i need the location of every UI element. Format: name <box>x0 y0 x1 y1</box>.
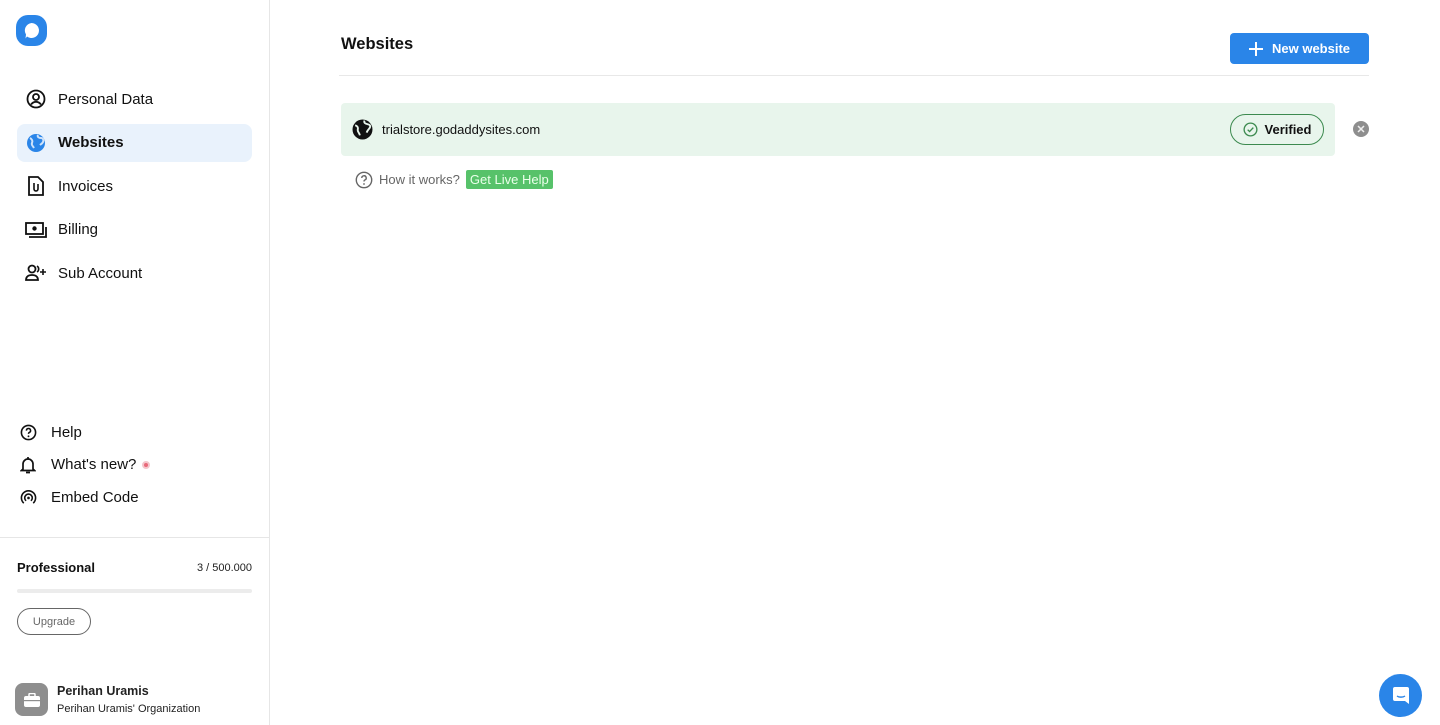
help-icon <box>19 423 37 441</box>
embed-code-label: Embed Code <box>51 488 139 506</box>
chat-icon <box>1392 686 1409 704</box>
invoice-icon <box>25 175 47 197</box>
sidebar-item-help[interactable]: Help <box>19 420 150 444</box>
plan-name: Professional <box>17 560 96 575</box>
sidebar-item-label: Billing <box>58 221 99 238</box>
add-user-icon <box>25 262 47 284</box>
plan-panel: Professional 3 / 500.000 Upgrade <box>17 560 252 635</box>
website-url[interactable]: trialstore.godaddysites.com <box>382 122 540 137</box>
check-circle-icon <box>1242 122 1258 137</box>
plus-icon <box>1248 41 1263 56</box>
close-icon <box>1357 125 1365 133</box>
get-live-help-button[interactable]: Get Live Help <box>465 170 553 189</box>
main-nav: Personal Data Websites Invoices Billing <box>17 80 252 298</box>
bell-icon <box>19 456 37 474</box>
sidebar-item-label: Sub Account <box>58 264 143 282</box>
sidebar-item-billing[interactable]: Billing <box>17 211 252 249</box>
sidebar-item-label: Websites <box>58 134 124 151</box>
how-it-works: How it works? Get Live Help <box>355 170 553 189</box>
secondary-nav: Help What's new? Embed Code <box>19 420 151 518</box>
help-label: Help <box>51 423 82 441</box>
user-name: Perihan Uramis <box>57 684 149 698</box>
page-title: Websites <box>341 35 414 53</box>
sidebar-item-personal-data[interactable]: Personal Data <box>17 80 252 118</box>
notification-badge <box>142 460 151 469</box>
billing-icon <box>25 219 47 241</box>
sidebar-divider <box>0 537 270 538</box>
sidebar-item-invoices[interactable]: Invoices <box>17 167 252 205</box>
upgrade-button[interactable]: Upgrade <box>17 608 91 635</box>
user-circle-icon <box>25 88 47 110</box>
sidebar-item-websites[interactable]: Websites <box>17 123 252 162</box>
header-divider <box>339 75 1369 76</box>
main-content: Websites New website trialstore.godaddys… <box>270 0 1440 725</box>
status-label: Verified <box>1264 122 1312 137</box>
sidebar: Personal Data Websites Invoices Billing <box>0 0 270 725</box>
user-organization: Perihan Uramis' Organization <box>57 703 201 715</box>
new-website-label: New website <box>1271 41 1351 56</box>
chat-widget-button[interactable] <box>1379 674 1422 717</box>
sidebar-item-embed-code[interactable]: Embed Code <box>19 485 150 509</box>
avatar <box>15 683 48 716</box>
usage-progress-bar <box>17 589 252 593</box>
plan-usage: 3 / 500.000 <box>196 561 252 574</box>
user-profile[interactable]: Perihan Uramis Perihan Uramis' Organizat… <box>15 683 200 716</box>
briefcase-icon <box>23 692 40 707</box>
how-it-works-link[interactable]: How it works? <box>379 172 460 187</box>
globe-icon <box>352 119 373 140</box>
new-website-button[interactable]: New website <box>1230 33 1369 64</box>
sidebar-item-whats-new[interactable]: What's new? <box>19 453 151 477</box>
remove-website-button[interactable] <box>1353 121 1369 137</box>
whats-new-label: What's new? <box>51 456 137 473</box>
sidebar-item-label: Personal Data <box>58 90 154 108</box>
embed-icon <box>19 488 37 506</box>
sidebar-item-label: Invoices <box>58 177 114 195</box>
app-logo-icon[interactable] <box>16 15 47 46</box>
help-icon <box>355 171 373 188</box>
verified-status-badge: Verified <box>1230 114 1324 145</box>
sidebar-item-sub-account[interactable]: Sub Account <box>17 254 252 292</box>
globe-icon <box>25 132 47 154</box>
website-row[interactable]: trialstore.godaddysites.com Verified <box>341 103 1335 156</box>
